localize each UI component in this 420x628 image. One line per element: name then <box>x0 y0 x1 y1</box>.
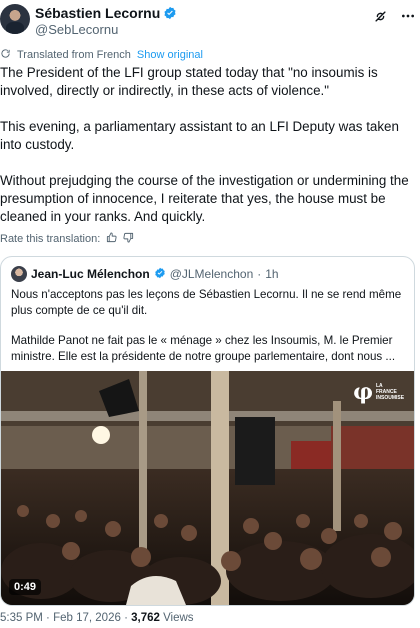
video-frame <box>1 371 414 605</box>
video-duration: 0:49 <box>9 579 42 595</box>
show-original-link[interactable]: Show original <box>137 49 203 61</box>
verified-badge-icon <box>163 6 177 20</box>
video-player[interactable]: φ LA FRANCE INSOUMISE 0:49 <box>1 371 414 605</box>
verified-badge-icon <box>154 267 166 282</box>
translated-label: Translated from French <box>17 49 131 61</box>
author-handle[interactable]: @SebLecornu <box>35 22 118 37</box>
quoted-author-display-name: Jean-Luc Mélenchon <box>31 267 150 281</box>
separator-dot: · <box>257 267 262 281</box>
quoted-author-avatar <box>11 266 27 282</box>
header-actions <box>372 8 416 24</box>
quoted-author-handle: @JLMelenchon <box>169 267 254 281</box>
author-avatar[interactable] <box>0 4 30 34</box>
grok-icon[interactable] <box>372 8 388 24</box>
tweet-text: The President of the LFI group stated to… <box>0 64 418 244</box>
rate-translation-label: Rate this translation: <box>0 233 101 245</box>
views-label: Views <box>163 612 194 624</box>
quoted-tweet-time: 1h <box>265 267 279 281</box>
separator-dot: · <box>124 612 128 624</box>
quoted-paragraph: Nous n'acceptons pas les leçons de Sébas… <box>11 288 402 317</box>
translated-notice: Translated from French Show original <box>0 48 203 62</box>
author-display-name[interactable]: Sébastien Lecornu <box>35 5 160 21</box>
views-count: 3,762 <box>131 612 160 624</box>
post-date[interactable]: Feb 17, 2026 <box>53 612 121 624</box>
more-icon[interactable] <box>400 8 416 24</box>
separator-dot: · <box>46 612 50 624</box>
tweet-paragraph: The President of the LFI group stated to… <box>0 65 378 98</box>
watermark-symbol: φ <box>353 379 373 405</box>
tweet-meta: 5:35 PM · Feb 17, 2026 · 3,762 Views <box>0 612 194 624</box>
tweet-header: Sébastien Lecornu @SebLecornu <box>0 0 420 44</box>
quoted-tweet-text: Nous n'acceptons pas les leçons de Sébas… <box>11 287 406 379</box>
thumbs-up-icon[interactable] <box>106 232 117 246</box>
translate-icon <box>0 48 11 62</box>
tweet-paragraph: Without prejudging the course of the inv… <box>0 173 409 224</box>
quoted-paragraph: Mathilde Panot ne fait pas le « ménage »… <box>11 334 396 363</box>
tweet-paragraph: This evening, a parliamentary assistant … <box>0 119 399 152</box>
author-name-row: Sébastien Lecornu <box>35 5 177 21</box>
rate-translation: Rate this translation: <box>0 232 134 246</box>
watermark-text: LA FRANCE INSOUMISE <box>376 383 405 401</box>
lfi-watermark: φ LA FRANCE INSOUMISE <box>353 379 404 405</box>
quoted-tweet-header: Jean-Luc Mélenchon @JLMelenchon · 1h <box>11 266 279 282</box>
quoted-tweet[interactable]: Jean-Luc Mélenchon @JLMelenchon · 1h Nou… <box>0 256 415 606</box>
thumbs-down-icon[interactable] <box>123 232 134 246</box>
post-time[interactable]: 5:35 PM <box>0 612 43 624</box>
